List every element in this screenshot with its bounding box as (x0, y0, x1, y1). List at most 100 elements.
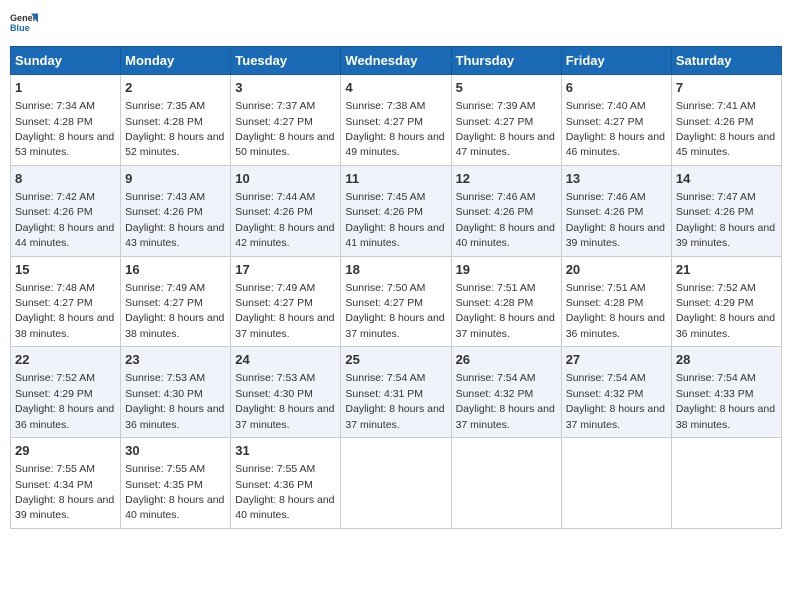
calendar-cell: 17Sunrise: 7:49 AMSunset: 4:27 PMDayligh… (231, 256, 341, 347)
day-number: 19 (456, 261, 557, 279)
day-number: 10 (235, 170, 336, 188)
calendar-cell: 21 Sunrise: 7:52 AMSunset: 4:29 PMDayligh… (671, 256, 781, 347)
calendar-cell: 4Sunrise: 7:38 AMSunset: 4:27 PMDaylight… (341, 75, 451, 166)
day-info: Sunrise: 7:40 AMSunset: 4:27 PMDaylight:… (566, 100, 665, 158)
day-number: 8 (15, 170, 116, 188)
calendar-cell: 1 Sunrise: 7:34 AMSunset: 4:28 PMDaylight… (11, 75, 121, 166)
day-info: Sunrise: 7:49 AMSunset: 4:27 PMDaylight:… (235, 282, 334, 340)
week-row-4: 22 Sunrise: 7:52 AMSunset: 4:29 PMDayligh… (11, 347, 782, 438)
day-number: 16 (125, 261, 226, 279)
calendar-cell (561, 438, 671, 529)
day-number: 5 (456, 79, 557, 97)
calendar-cell: 18 Sunrise: 7:50 AMSunset: 4:27 PMDayligh… (341, 256, 451, 347)
header: General Blue (10, 10, 782, 38)
day-number: 22 (15, 351, 116, 369)
calendar-cell: 8 Sunrise: 7:42 AMSunset: 4:26 PMDaylight… (11, 165, 121, 256)
calendar: SundayMondayTuesdayWednesdayThursdayFrid… (10, 46, 782, 529)
day-info: Sunrise: 7:50 AMSunset: 4:27 PMDaylight:… (345, 282, 444, 340)
week-row-2: 8 Sunrise: 7:42 AMSunset: 4:26 PMDaylight… (11, 165, 782, 256)
calendar-cell: 11Sunrise: 7:45 AMSunset: 4:26 PMDayligh… (341, 165, 451, 256)
calendar-cell: 5 Sunrise: 7:39 AMSunset: 4:27 PMDaylight… (451, 75, 561, 166)
calendar-cell: 3Sunrise: 7:37 AMSunset: 4:27 PMDaylight… (231, 75, 341, 166)
day-number: 31 (235, 442, 336, 460)
day-number: 29 (15, 442, 116, 460)
day-number: 11 (345, 170, 446, 188)
calendar-cell: 30 Sunrise: 7:55 AMSunset: 4:35 PMDayligh… (121, 438, 231, 529)
svg-text:Blue: Blue (10, 23, 30, 33)
day-number: 14 (676, 170, 777, 188)
day-info: Sunrise: 7:53 AMSunset: 4:30 PMDaylight:… (235, 372, 334, 430)
day-info: Sunrise: 7:49 AMSunset: 4:27 PMDaylight:… (125, 282, 224, 340)
day-number: 13 (566, 170, 667, 188)
column-header-wednesday: Wednesday (341, 47, 451, 75)
calendar-cell: 15 Sunrise: 7:48 AMSunset: 4:27 PMDayligh… (11, 256, 121, 347)
week-row-3: 15 Sunrise: 7:48 AMSunset: 4:27 PMDayligh… (11, 256, 782, 347)
day-info: Sunrise: 7:44 AMSunset: 4:26 PMDaylight:… (235, 191, 334, 249)
day-number: 23 (125, 351, 226, 369)
column-header-tuesday: Tuesday (231, 47, 341, 75)
day-info: Sunrise: 7:42 AMSunset: 4:26 PMDaylight:… (15, 191, 114, 249)
day-number: 12 (456, 170, 557, 188)
column-header-friday: Friday (561, 47, 671, 75)
day-info: Sunrise: 7:54 AMSunset: 4:33 PMDaylight:… (676, 372, 775, 430)
column-header-thursday: Thursday (451, 47, 561, 75)
week-row-1: 1 Sunrise: 7:34 AMSunset: 4:28 PMDaylight… (11, 75, 782, 166)
calendar-cell: 9 Sunrise: 7:43 AMSunset: 4:26 PMDaylight… (121, 165, 231, 256)
calendar-cell: 24 Sunrise: 7:53 AMSunset: 4:30 PMDayligh… (231, 347, 341, 438)
calendar-cell: 27 Sunrise: 7:54 AMSunset: 4:32 PMDayligh… (561, 347, 671, 438)
calendar-cell: 26 Sunrise: 7:54 AMSunset: 4:32 PMDayligh… (451, 347, 561, 438)
calendar-cell: 25Sunrise: 7:54 AMSunset: 4:31 PMDayligh… (341, 347, 451, 438)
day-info: Sunrise: 7:34 AMSunset: 4:28 PMDaylight:… (15, 100, 114, 158)
calendar-cell: 6 Sunrise: 7:40 AMSunset: 4:27 PMDaylight… (561, 75, 671, 166)
logo: General Blue (10, 10, 38, 38)
day-number: 1 (15, 79, 116, 97)
calendar-cell: 23 Sunrise: 7:53 AMSunset: 4:30 PMDayligh… (121, 347, 231, 438)
day-number: 21 (676, 261, 777, 279)
day-info: Sunrise: 7:41 AMSunset: 4:26 PMDaylight:… (676, 100, 775, 158)
day-info: Sunrise: 7:53 AMSunset: 4:30 PMDaylight:… (125, 372, 224, 430)
day-info: Sunrise: 7:55 AMSunset: 4:35 PMDaylight:… (125, 463, 224, 521)
day-number: 9 (125, 170, 226, 188)
day-info: Sunrise: 7:47 AMSunset: 4:26 PMDaylight:… (676, 191, 775, 249)
day-info: Sunrise: 7:51 AMSunset: 4:28 PMDaylight:… (566, 282, 665, 340)
column-header-saturday: Saturday (671, 47, 781, 75)
day-info: Sunrise: 7:37 AMSunset: 4:27 PMDaylight:… (235, 100, 334, 158)
calendar-cell: 13Sunrise: 7:46 AMSunset: 4:26 PMDayligh… (561, 165, 671, 256)
day-info: Sunrise: 7:52 AMSunset: 4:29 PMDaylight:… (676, 282, 775, 340)
day-number: 20 (566, 261, 667, 279)
day-info: Sunrise: 7:43 AMSunset: 4:26 PMDaylight:… (125, 191, 224, 249)
calendar-cell: 20 Sunrise: 7:51 AMSunset: 4:28 PMDayligh… (561, 256, 671, 347)
day-number: 18 (345, 261, 446, 279)
day-info: Sunrise: 7:39 AMSunset: 4:27 PMDaylight:… (456, 100, 555, 158)
calendar-cell: 22 Sunrise: 7:52 AMSunset: 4:29 PMDayligh… (11, 347, 121, 438)
week-row-5: 29 Sunrise: 7:55 AMSunset: 4:34 PMDayligh… (11, 438, 782, 529)
day-info: Sunrise: 7:52 AMSunset: 4:29 PMDaylight:… (15, 372, 114, 430)
day-number: 2 (125, 79, 226, 97)
day-info: Sunrise: 7:46 AMSunset: 4:26 PMDaylight:… (456, 191, 555, 249)
calendar-cell: 14 Sunrise: 7:47 AMSunset: 4:26 PMDayligh… (671, 165, 781, 256)
day-info: Sunrise: 7:35 AMSunset: 4:28 PMDaylight:… (125, 100, 224, 158)
day-number: 30 (125, 442, 226, 460)
day-number: 28 (676, 351, 777, 369)
day-number: 15 (15, 261, 116, 279)
logo-icon: General Blue (10, 10, 38, 38)
day-info: Sunrise: 7:51 AMSunset: 4:28 PMDaylight:… (456, 282, 555, 340)
day-number: 24 (235, 351, 336, 369)
day-info: Sunrise: 7:55 AMSunset: 4:34 PMDaylight:… (15, 463, 114, 521)
calendar-cell: 7 Sunrise: 7:41 AMSunset: 4:26 PMDaylight… (671, 75, 781, 166)
calendar-cell: 16 Sunrise: 7:49 AMSunset: 4:27 PMDayligh… (121, 256, 231, 347)
day-info: Sunrise: 7:54 AMSunset: 4:32 PMDaylight:… (456, 372, 555, 430)
day-number: 7 (676, 79, 777, 97)
calendar-cell: 12 Sunrise: 7:46 AMSunset: 4:26 PMDayligh… (451, 165, 561, 256)
day-info: Sunrise: 7:38 AMSunset: 4:27 PMDaylight:… (345, 100, 444, 158)
column-header-sunday: Sunday (11, 47, 121, 75)
day-info: Sunrise: 7:54 AMSunset: 4:32 PMDaylight:… (566, 372, 665, 430)
day-info: Sunrise: 7:48 AMSunset: 4:27 PMDaylight:… (15, 282, 114, 340)
calendar-cell: 31Sunrise: 7:55 AMSunset: 4:36 PMDayligh… (231, 438, 341, 529)
day-number: 27 (566, 351, 667, 369)
calendar-cell: 28 Sunrise: 7:54 AMSunset: 4:33 PMDayligh… (671, 347, 781, 438)
day-number: 26 (456, 351, 557, 369)
day-number: 6 (566, 79, 667, 97)
calendar-cell (341, 438, 451, 529)
calendar-cell: 2 Sunrise: 7:35 AMSunset: 4:28 PMDaylight… (121, 75, 231, 166)
